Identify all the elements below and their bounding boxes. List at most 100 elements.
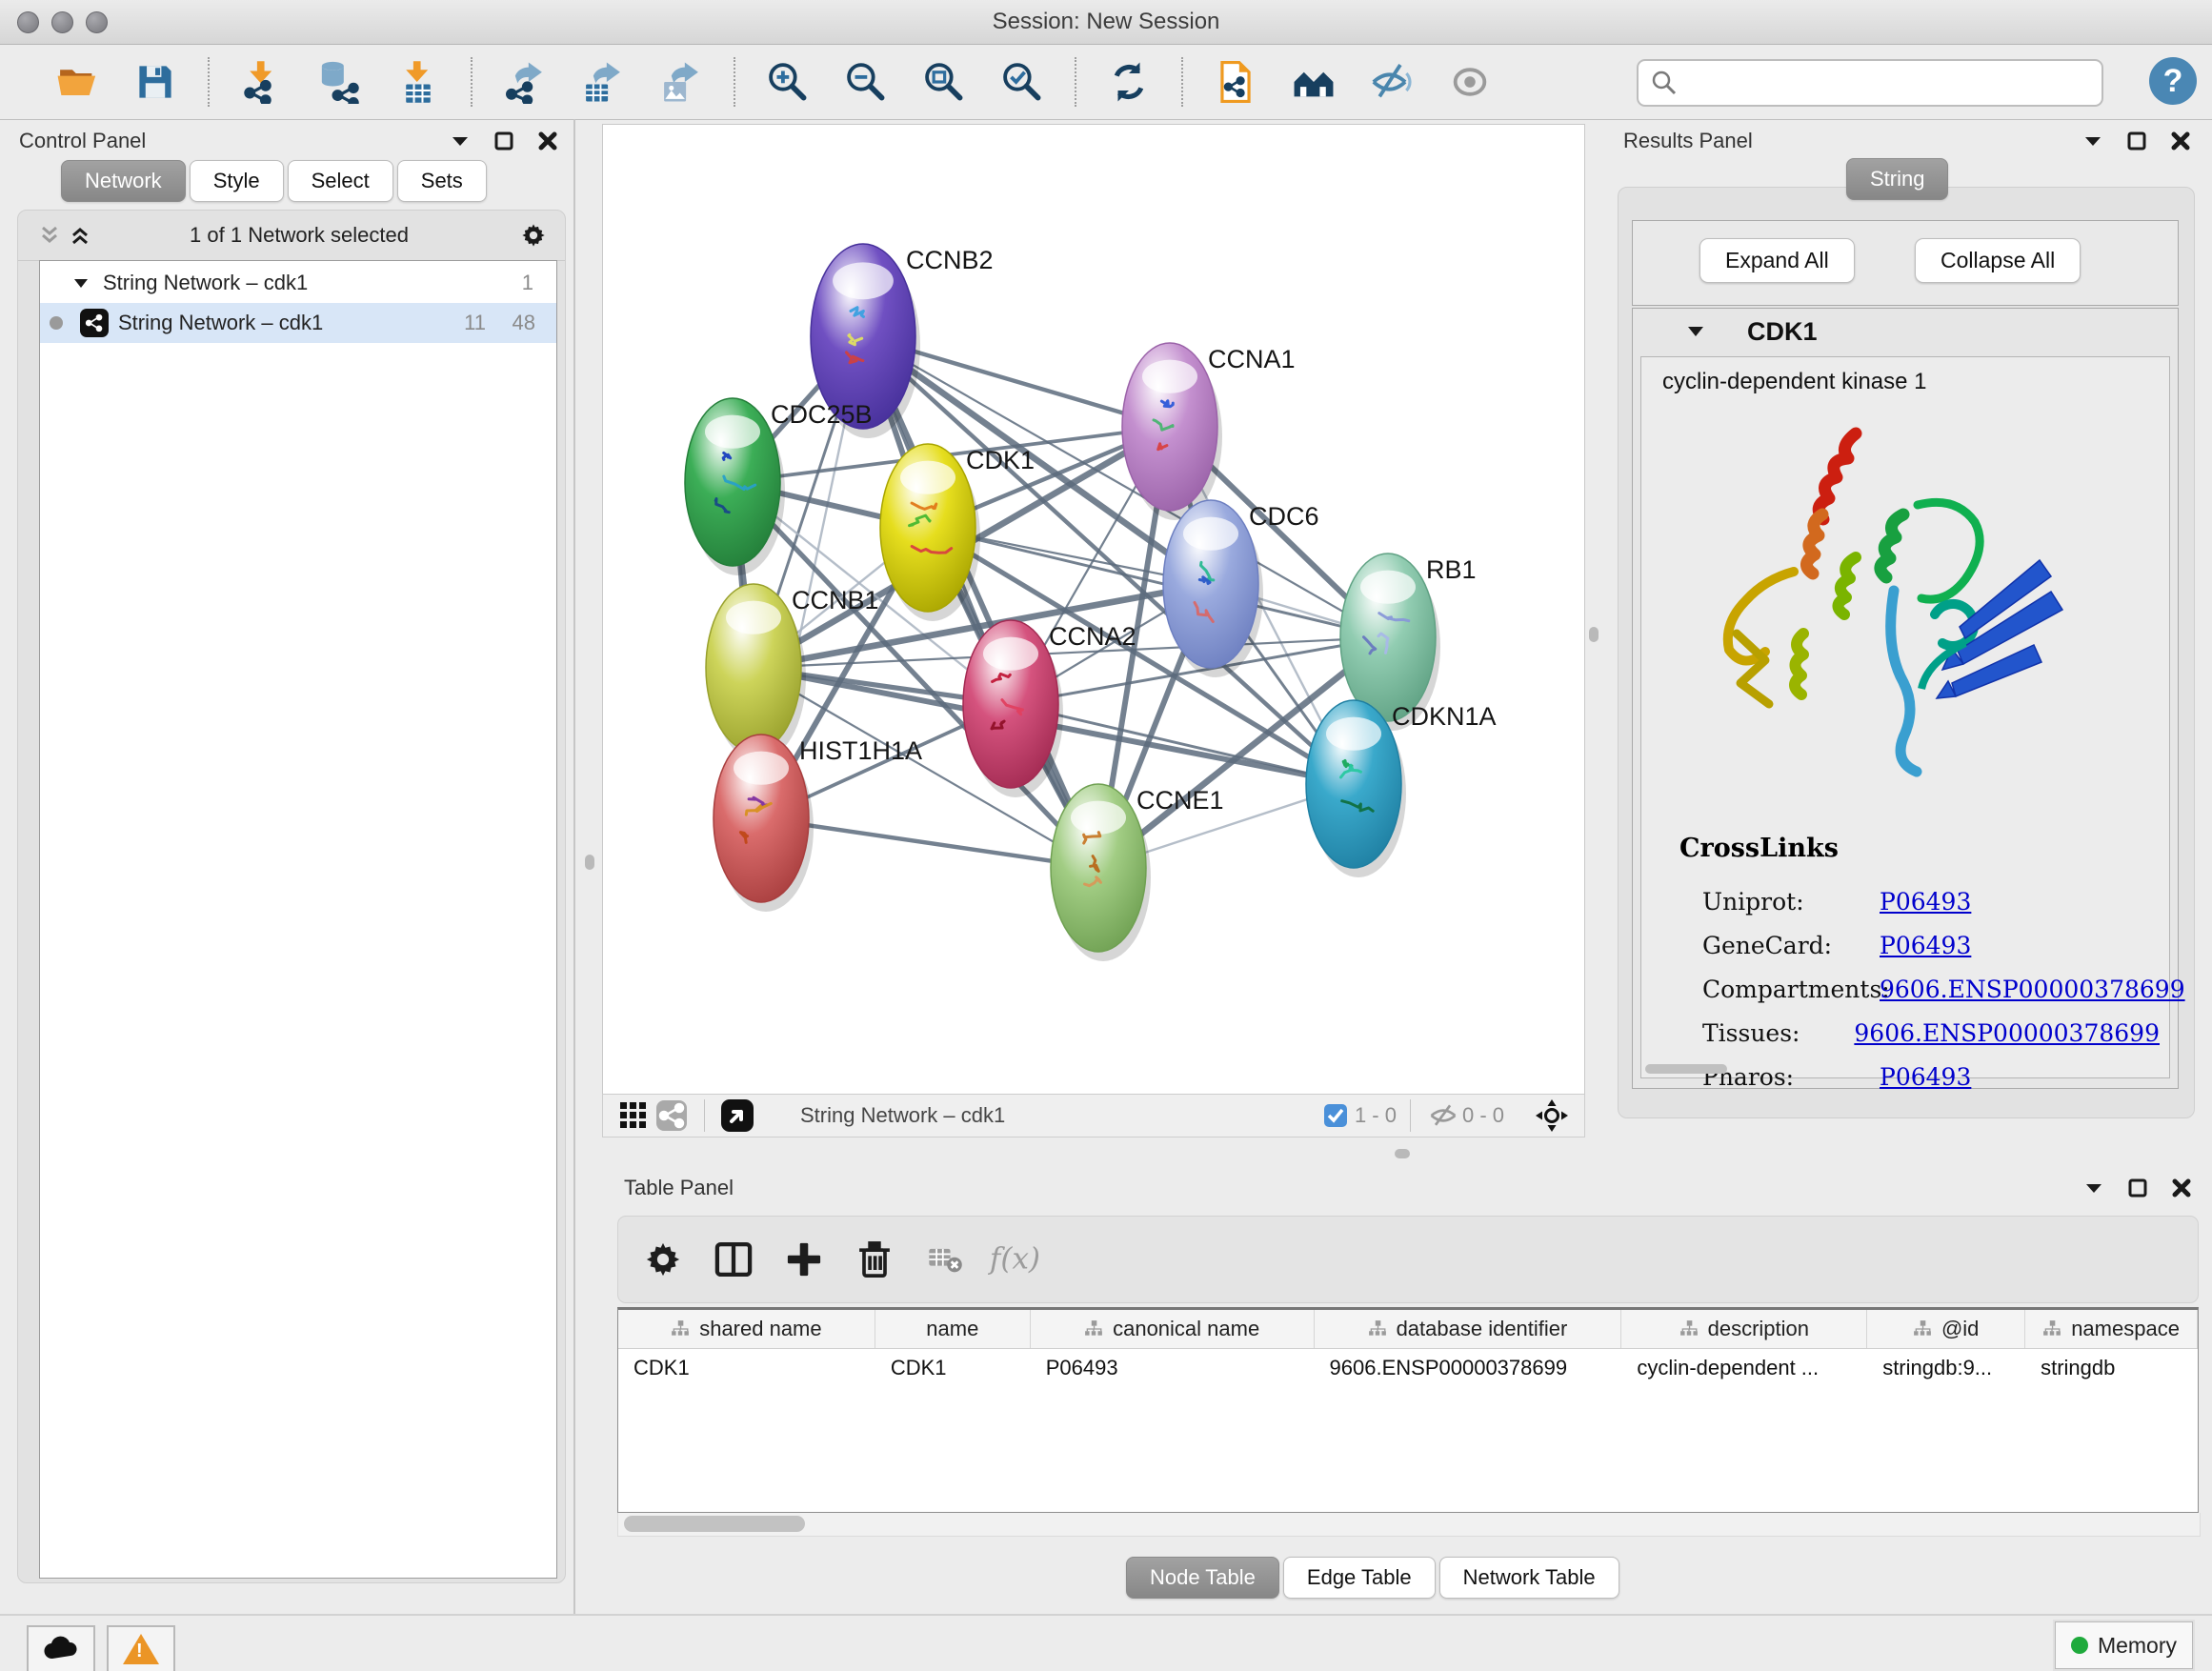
node-CCNA1[interactable]: CCNA1 (1122, 343, 1296, 520)
warning-button[interactable] (107, 1625, 175, 1671)
zoom-selected-button[interactable] (995, 54, 1050, 110)
scrollbar-thumb[interactable] (624, 1516, 805, 1532)
import-network-file-button[interactable] (234, 54, 290, 110)
zoom-in-button[interactable] (760, 54, 815, 110)
tab-string[interactable]: String (1846, 158, 1948, 200)
control-panel-float-icon[interactable] (490, 127, 518, 155)
show-all-button[interactable] (1442, 54, 1498, 110)
column-header-id[interactable]: @id (1867, 1310, 2025, 1348)
node-CDC6[interactable]: CDC6 (1163, 500, 1319, 677)
table-cell[interactable]: CDK1 (875, 1349, 1031, 1387)
network-options-gear-icon[interactable] (519, 221, 548, 250)
table-cell[interactable]: P06493 (1031, 1349, 1315, 1387)
node-CCNA2[interactable]: CCNA2 (963, 620, 1136, 797)
column-header-name[interactable]: name (875, 1310, 1031, 1348)
birds-eye-view-icon[interactable] (718, 1098, 756, 1133)
apply-layout-button[interactable] (1101, 54, 1156, 110)
hide-selected-button[interactable] (1364, 54, 1419, 110)
table-tab-edge-table[interactable]: Edge Table (1283, 1557, 1436, 1599)
table-cell[interactable]: cyclin-dependent ... (1621, 1349, 1867, 1387)
tab-select[interactable]: Select (288, 160, 393, 202)
tab-network[interactable]: Network (61, 160, 186, 202)
table-panel-collapse-icon[interactable] (2080, 1174, 2108, 1202)
table-panel-close-icon[interactable] (2167, 1174, 2196, 1202)
node-CCNB1[interactable]: CCNB1 (706, 584, 879, 761)
node-CCNE1[interactable]: CCNE1 (1051, 784, 1224, 961)
network-collection-row[interactable]: String Network – cdk1 1 (40, 265, 556, 301)
network-row-selected[interactable]: String Network – cdk1 11 48 (40, 303, 556, 343)
node-HIST1H1A[interactable]: HIST1H1A (714, 735, 922, 912)
first-neighbors-button[interactable] (1286, 54, 1341, 110)
crosslink-link[interactable]: P06493 (1880, 888, 1971, 916)
network-from-selection-button[interactable] (1208, 54, 1263, 110)
right-splitter-handle[interactable] (1589, 627, 1599, 642)
crosslink-link[interactable]: 9606.ENSP00000378699 (1854, 1019, 2160, 1047)
hidden-eye-icon[interactable] (1424, 1098, 1462, 1133)
results-scrollbar-thumb[interactable] (1645, 1064, 1727, 1074)
import-table-button[interactable] (391, 54, 446, 110)
results-panel-header: Results Panel (1623, 127, 2195, 155)
table-tab-network-table[interactable]: Network Table (1439, 1557, 1619, 1599)
crosslink-link[interactable]: P06493 (1880, 932, 1971, 959)
crosslink-link[interactable]: 9606.ENSP00000378699 (1880, 976, 2185, 1003)
tab-sets[interactable]: Sets (397, 160, 487, 202)
network-view-toolbar: String Network – cdk1 1 - 0 0 - 0 (602, 1094, 1585, 1137)
table-cell[interactable]: CDK1 (618, 1349, 875, 1387)
results-panel-close-icon[interactable] (2166, 127, 2195, 155)
network-canvas[interactable]: CCNB2CCNA1CDC25BCDK1CDC6RB1CCNB1CCNA2CDK… (602, 124, 1585, 1095)
table-cell[interactable]: 9606.ENSP00000378699 (1315, 1349, 1622, 1387)
import-network-database-button[interactable] (312, 54, 368, 110)
expand-all-networks-icon[interactable] (66, 221, 94, 250)
column-header-shared-name[interactable]: shared name (618, 1310, 875, 1348)
open-session-button[interactable] (50, 54, 105, 110)
collapse-all-networks-icon[interactable] (35, 221, 64, 250)
node-CDK1[interactable]: CDK1 (880, 444, 1035, 621)
column-header-canonical-name[interactable]: canonical name (1031, 1310, 1315, 1348)
add-column-icon[interactable] (774, 1230, 834, 1289)
control-panel-close-icon[interactable] (533, 127, 562, 155)
gene-section-header[interactable]: CDK1 (1633, 309, 2178, 354)
column-header-description[interactable]: description (1621, 1310, 1867, 1348)
delete-column-trash-icon[interactable] (845, 1230, 904, 1289)
table-panel-float-icon[interactable] (2123, 1174, 2152, 1202)
node-CDKN1A[interactable]: CDKN1A (1306, 700, 1497, 877)
zoom-fit-button[interactable] (916, 54, 972, 110)
export-table-button[interactable] (575, 54, 631, 110)
table-panel-title: Table Panel (624, 1176, 734, 1200)
cloud-button[interactable] (27, 1625, 95, 1671)
left-splitter-handle[interactable] (585, 855, 594, 870)
table-cell[interactable]: stringdb:9... (1867, 1349, 2025, 1387)
show-columns-icon[interactable] (704, 1230, 763, 1289)
zoom-out-button[interactable] (838, 54, 894, 110)
results-panel-collapse-icon[interactable] (2079, 127, 2107, 155)
results-panel-float-icon[interactable] (2122, 127, 2151, 155)
grid-view-icon[interactable] (614, 1098, 653, 1133)
expand-all-button[interactable]: Expand All (1699, 238, 1855, 283)
crosslink-link[interactable]: P06493 (1880, 1063, 1971, 1091)
bottom-splitter-handle[interactable] (1395, 1149, 1410, 1158)
table-tab-node-table[interactable]: Node Table (1126, 1557, 1279, 1599)
save-session-button[interactable] (128, 54, 183, 110)
export-network-button[interactable] (497, 54, 553, 110)
help-button[interactable]: ? (2149, 57, 2197, 105)
tree-expand-icon[interactable] (72, 274, 90, 292)
node-CDC25B[interactable]: CDC25B (685, 398, 873, 575)
selected-checkbox-icon[interactable] (1317, 1098, 1355, 1133)
search-input[interactable] (1679, 64, 2101, 102)
memory-button[interactable]: Memory (2055, 1621, 2193, 1669)
pan-crosshair-icon[interactable] (1533, 1098, 1571, 1133)
table-cell[interactable]: stringdb (2025, 1349, 2198, 1387)
table-settings-gear-icon[interactable] (633, 1230, 693, 1289)
network-view-icon[interactable] (653, 1098, 691, 1133)
control-panel-collapse-icon[interactable] (446, 127, 474, 155)
column-header-database-identifier[interactable]: database identifier (1315, 1310, 1622, 1348)
table-row[interactable]: CDK1CDK1P064939606.ENSP00000378699cyclin… (618, 1349, 2198, 1387)
crosslinks-title: CrossLinks (1679, 834, 1839, 863)
section-collapse-icon[interactable] (1686, 322, 1705, 341)
table-horizontal-scrollbar[interactable] (617, 1513, 2201, 1537)
collapse-all-button[interactable]: Collapse All (1915, 238, 2081, 283)
column-header-namespace[interactable]: namespace (2025, 1310, 2198, 1348)
tab-style[interactable]: Style (190, 160, 284, 202)
export-image-button[interactable] (654, 54, 709, 110)
edge-count: 48 (513, 311, 535, 335)
